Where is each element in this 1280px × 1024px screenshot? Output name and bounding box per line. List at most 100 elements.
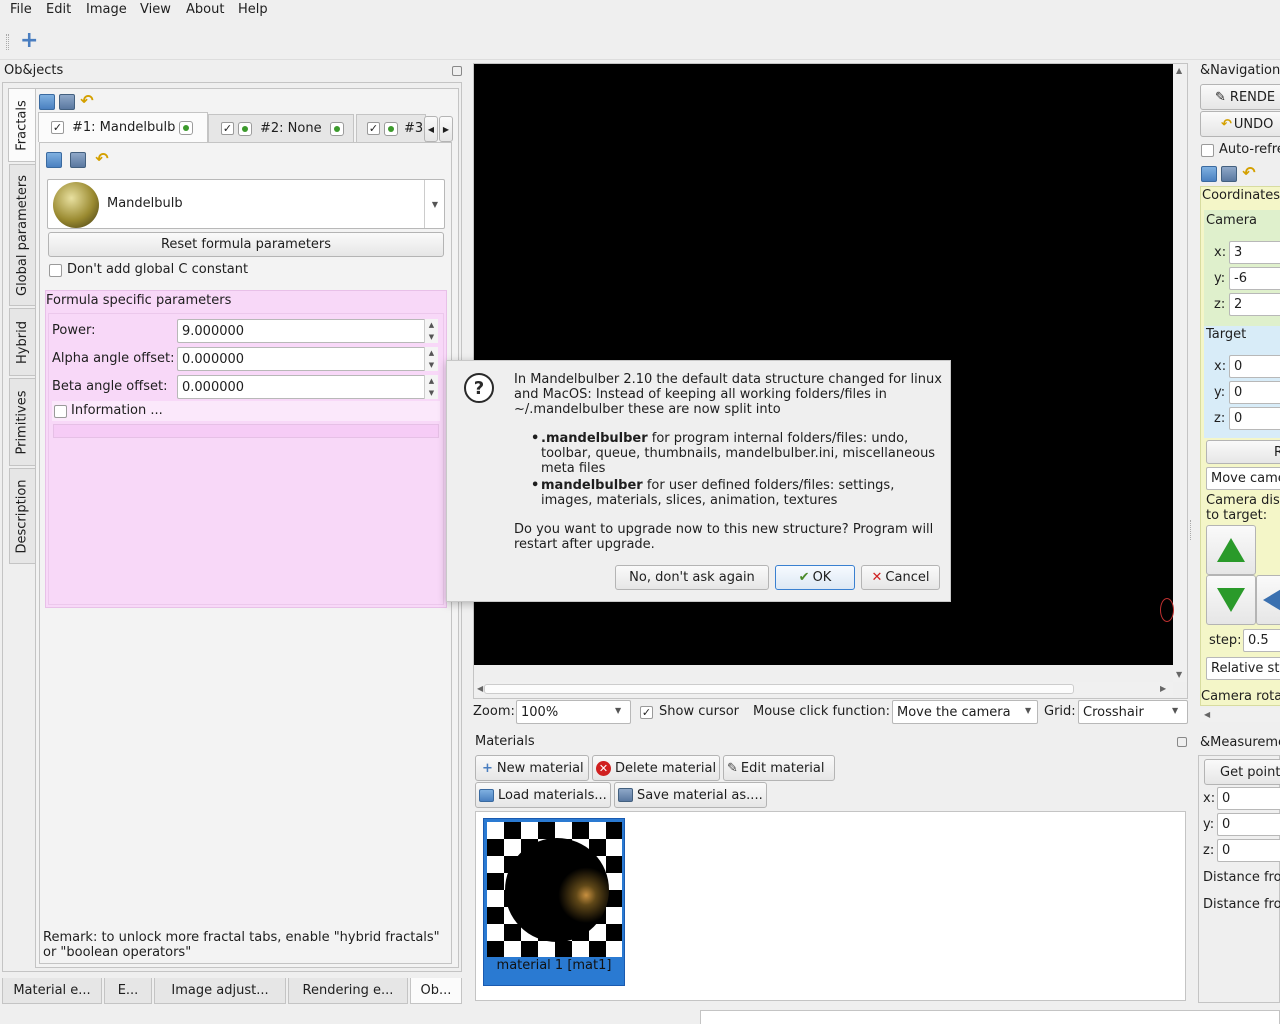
menu-view[interactable]: View — [140, 2, 171, 17]
target-y-input[interactable]: 0 — [1229, 381, 1280, 404]
fractal-tab-3[interactable]: ✓ #3 — [356, 114, 426, 142]
grid-dropdown-arrow-icon[interactable]: ▼ — [1172, 706, 1178, 715]
move-left-button[interactable] — [1256, 575, 1280, 625]
dont-add-c-checkbox[interactable] — [49, 264, 62, 277]
camera-rotation-label: Camera rota — [1201, 689, 1280, 704]
arrow-left-icon — [1263, 588, 1280, 612]
formula-combobox[interactable]: Mandelbulb ▼ — [47, 179, 445, 229]
bottom-tab-effects[interactable]: E... — [104, 978, 152, 1004]
bottom-tab-material-editor[interactable]: Material e... — [2, 978, 102, 1004]
step-input[interactable]: 0.5 — [1243, 629, 1280, 652]
fractal-tab-1[interactable]: ✓ #1: Mandelbulb — [38, 112, 208, 142]
save-material-button[interactable]: Save material as.... — [614, 782, 767, 808]
vertical-scrollbar[interactable]: ▲ ▼ — [1173, 64, 1187, 682]
move-camera-combobox[interactable]: Move came — [1206, 467, 1280, 490]
bullet-dot-2: • — [531, 478, 540, 493]
scroll-down-arrow-icon[interactable]: ▼ — [1176, 670, 1182, 679]
power-input[interactable]: 9.000000 — [177, 319, 427, 343]
tab-description[interactable]: Description — [9, 468, 35, 564]
alpha-input[interactable]: 0.000000 — [177, 347, 427, 371]
menu-about[interactable]: About — [186, 2, 224, 17]
horizontal-scrollbar[interactable]: ◀ ▶ — [474, 682, 1173, 696]
fractal-1-enabled-checkbox[interactable]: ✓ — [51, 121, 64, 134]
no-dont-ask-button[interactable]: No, don't ask again — [615, 565, 769, 590]
scroll-left-arrow-icon[interactable]: ◀ — [477, 684, 483, 693]
undo-button[interactable]: ↶ UNDO — [1200, 111, 1280, 137]
camera-x-input[interactable]: 3 — [1229, 241, 1280, 264]
measure-y-input[interactable]: 0 — [1217, 813, 1280, 836]
beta-spinner[interactable]: ▲ ▼ — [424, 375, 438, 399]
edit-material-button[interactable]: ✎ Edit material — [723, 755, 835, 781]
formula-dropdown-arrow-icon[interactable]: ▼ — [424, 180, 445, 228]
relative-step-combobox[interactable]: Relative st — [1206, 657, 1280, 680]
beta-input[interactable]: 0.000000 — [177, 375, 427, 399]
mouse-click-dropdown-arrow-icon[interactable]: ▼ — [1025, 706, 1031, 715]
move-forward-button[interactable] — [1206, 525, 1256, 575]
reset-view-button[interactable]: R — [1206, 440, 1280, 464]
material-item[interactable]: material 1 [mat1] — [483, 818, 625, 986]
load-materials-button[interactable]: Load materials... — [475, 782, 611, 808]
bottom-tab-rendering-engine[interactable]: Rendering e... — [288, 978, 408, 1004]
measure-x-input[interactable]: 0 — [1217, 787, 1280, 810]
alpha-label: Alpha angle offset: — [52, 351, 175, 366]
power-spinner[interactable]: ▲ ▼ — [424, 319, 438, 343]
alpha-spinner[interactable]: ▲ ▼ — [424, 347, 438, 371]
menu-image[interactable]: Image — [86, 2, 127, 17]
fractal-3-enabled-checkbox[interactable]: ✓ — [367, 122, 380, 135]
fractal-2-enabled-checkbox[interactable]: ✓ — [221, 122, 234, 135]
target-x-input[interactable]: 0 — [1229, 355, 1280, 378]
camera-y-input[interactable]: -6 — [1229, 267, 1280, 290]
nav-undo-icon[interactable]: ↶ — [1241, 165, 1257, 182]
materials-dock-title: Materials — [475, 734, 535, 749]
tab-fractals[interactable]: Fractals — [8, 88, 36, 162]
menu-file[interactable]: File — [10, 2, 32, 17]
nav-horizontal-scrollbar[interactable]: ◀ — [1200, 708, 1280, 722]
target-z-input[interactable]: 0 — [1229, 407, 1280, 430]
bottom-tab-objects[interactable]: Ob... — [410, 978, 462, 1004]
dock-float-icon[interactable] — [452, 66, 462, 76]
measure-z-input[interactable]: 0 — [1217, 839, 1280, 862]
open-folder-icon[interactable] — [39, 94, 55, 110]
mouse-click-combobox[interactable]: Move the camera — [892, 700, 1038, 724]
fractal-save-icon[interactable] — [70, 152, 86, 168]
show-cursor-checkbox[interactable]: ✓ — [640, 706, 653, 719]
information-checkbox[interactable] — [54, 405, 67, 418]
tab-global-parameters[interactable]: Global parameters — [9, 164, 35, 306]
get-point-button[interactable]: Get point — [1204, 759, 1280, 785]
save-icon[interactable] — [59, 94, 75, 110]
materials-float-icon[interactable] — [1177, 737, 1187, 747]
zoom-combobox[interactable]: 100% — [516, 700, 631, 724]
nav-save-icon[interactable] — [1221, 166, 1237, 182]
move-backward-button[interactable] — [1206, 575, 1256, 625]
ok-button-label: OK — [812, 570, 832, 585]
scroll-up-arrow-icon[interactable]: ▲ — [1176, 66, 1182, 75]
autorefresh-checkbox[interactable] — [1201, 144, 1214, 157]
ok-button[interactable]: ✔ OK — [775, 565, 855, 590]
fractal-tab-3-label: #3 — [404, 121, 424, 136]
tab-scroll-right-button[interactable]: ▶ — [439, 116, 453, 142]
bottom-tab-image-adjust[interactable]: Image adjust... — [154, 978, 286, 1004]
target-x-label: x: — [1214, 359, 1227, 374]
tab-hybrid[interactable]: Hybrid — [9, 308, 35, 376]
menu-help[interactable]: Help — [238, 2, 268, 17]
nav-open-icon[interactable] — [1201, 166, 1217, 182]
undo-icon[interactable]: ↶ — [79, 93, 95, 110]
dock-splitter[interactable] — [1190, 520, 1194, 540]
autorefresh-label: Auto-refre — [1219, 142, 1280, 157]
horizontal-scroll-handle[interactable] — [484, 684, 1074, 694]
fractal-undo-icon[interactable]: ↶ — [94, 151, 110, 168]
scroll-right-arrow-icon[interactable]: ▶ — [1160, 684, 1166, 693]
menu-edit[interactable]: Edit — [46, 2, 71, 17]
delete-material-button[interactable]: ✕ Delete material — [592, 755, 720, 781]
zoom-dropdown-arrow-icon[interactable]: ▼ — [615, 706, 621, 715]
fractal-tab-2[interactable]: ✓ #2: None — [208, 114, 354, 142]
camera-z-input[interactable]: 2 — [1229, 293, 1280, 316]
render-button[interactable]: ✎ RENDE — [1200, 84, 1280, 110]
tab-scroll-left-button[interactable]: ◀ — [424, 116, 438, 142]
new-material-button[interactable]: + New material — [475, 755, 589, 781]
tab-primitives[interactable]: Primitives — [9, 378, 35, 466]
add-preset-icon[interactable]: + — [20, 30, 38, 52]
fractal-open-icon[interactable] — [46, 152, 62, 168]
cancel-button[interactable]: ✕ Cancel — [861, 565, 940, 590]
reset-formula-button[interactable]: Reset formula parameters — [48, 232, 444, 257]
